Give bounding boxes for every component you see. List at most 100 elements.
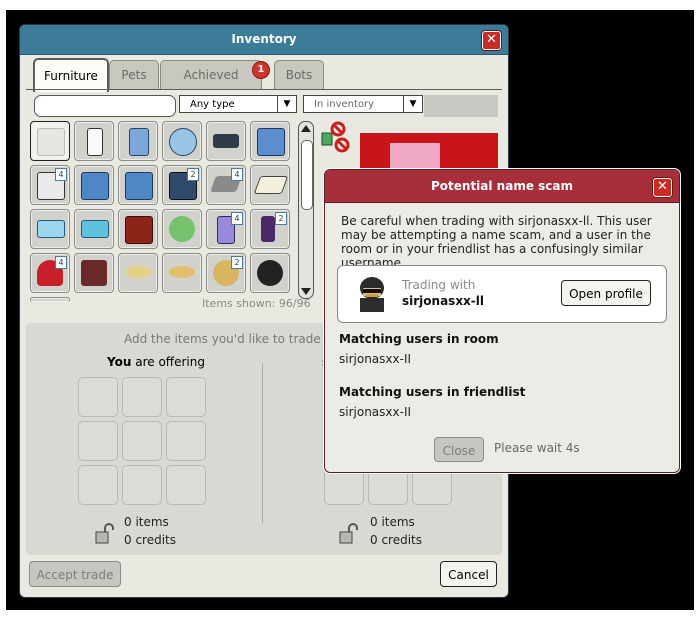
item-count: 4 bbox=[55, 256, 67, 269]
dialog-title-bar[interactable]: Potential name scam ✕ bbox=[325, 170, 679, 203]
your-credits: 0 credits bbox=[124, 533, 177, 547]
trade-hint: Add the items you'd like to trade in t bbox=[124, 332, 345, 346]
wait-countdown: Please wait 4s bbox=[494, 441, 580, 455]
furni-item[interactable] bbox=[162, 121, 202, 161]
furni-item[interactable]: 4 bbox=[30, 253, 70, 293]
tab-bots[interactable]: Bots bbox=[274, 60, 324, 89]
chair-icon bbox=[81, 172, 109, 200]
furni-item[interactable]: 4 bbox=[206, 209, 246, 249]
snowman-icon bbox=[257, 260, 283, 286]
avatar bbox=[360, 277, 384, 312]
offer-slot[interactable] bbox=[122, 377, 162, 417]
offer-slot[interactable] bbox=[166, 421, 206, 461]
tab-divider bbox=[26, 89, 502, 90]
furni-item[interactable] bbox=[30, 121, 70, 161]
shelf-icon bbox=[213, 134, 239, 148]
tab-pets[interactable]: Pets bbox=[109, 60, 159, 89]
dialog-title: Potential name scam bbox=[430, 179, 573, 193]
furni-item[interactable] bbox=[74, 121, 114, 161]
offer-slot[interactable] bbox=[122, 465, 162, 505]
location-select-value: In inventory bbox=[314, 99, 375, 110]
wall-panel-icon bbox=[37, 128, 65, 156]
grid-scrollbar[interactable] bbox=[298, 121, 314, 299]
hanger-icon bbox=[169, 266, 195, 278]
item-count: 2 bbox=[275, 212, 287, 225]
tab-furniture[interactable]: Furniture bbox=[33, 58, 109, 92]
room-match-user: sirjonasxx-II bbox=[339, 352, 412, 366]
offer-slot[interactable] bbox=[166, 377, 206, 417]
furni-item[interactable] bbox=[118, 121, 158, 161]
window-icon bbox=[129, 128, 149, 156]
furni-item[interactable]: 2 bbox=[162, 165, 202, 205]
you-offering-title: You are offering bbox=[86, 355, 226, 369]
unlocked-icon bbox=[339, 523, 358, 544]
furni-row-partial bbox=[30, 297, 70, 302]
furni-item[interactable] bbox=[250, 165, 290, 205]
furni-item[interactable] bbox=[74, 253, 114, 293]
warning-message: Be careful when trading with sirjonasxx-… bbox=[341, 214, 652, 270]
unlocked-icon bbox=[95, 523, 114, 544]
offer-slot[interactable] bbox=[122, 421, 162, 461]
items-shown-label: Items shown: 96/96 bbox=[202, 297, 311, 310]
scroll-up-icon[interactable] bbox=[301, 125, 311, 132]
furni-item[interactable] bbox=[74, 165, 114, 205]
chair-icon bbox=[257, 128, 285, 156]
offer-slot[interactable] bbox=[78, 421, 118, 461]
item-count: 4 bbox=[55, 168, 67, 181]
dialog-close-button[interactable]: ✕ bbox=[653, 178, 672, 197]
location-select[interactable]: In inventory ▼ bbox=[303, 95, 423, 113]
type-select[interactable]: Any type ▼ bbox=[179, 95, 297, 113]
furni-item[interactable]: 4 bbox=[206, 165, 246, 205]
scroll-thumb[interactable] bbox=[301, 140, 313, 210]
tab-achieved-badges[interactable]: Achieved badges bbox=[160, 60, 262, 110]
close-button[interactable]: Close bbox=[434, 437, 484, 462]
trading-partner-name: sirjonasxx-ll bbox=[402, 294, 485, 308]
present-icon bbox=[125, 216, 153, 244]
furni-item[interactable] bbox=[162, 209, 202, 249]
chevron-down-icon: ▼ bbox=[403, 96, 422, 112]
no-trade-icon bbox=[321, 121, 350, 153]
item-count: 4 bbox=[231, 168, 243, 181]
their-items-count: 0 items bbox=[370, 515, 415, 529]
search-input[interactable] bbox=[34, 95, 176, 117]
furni-item[interactable]: 2 bbox=[206, 253, 246, 293]
item-count: 2 bbox=[231, 256, 243, 269]
trading-with-box: Trading with sirjonasxx-ll Open profile bbox=[337, 265, 667, 323]
cancel-button[interactable]: Cancel bbox=[440, 561, 497, 587]
furni-item[interactable] bbox=[250, 253, 290, 293]
furni-item[interactable] bbox=[118, 209, 158, 249]
type-select-value: Any type bbox=[190, 99, 235, 110]
offer-slot[interactable] bbox=[78, 377, 118, 417]
furni-item[interactable] bbox=[118, 165, 158, 205]
open-profile-button[interactable]: Open profile bbox=[561, 280, 651, 306]
friend-matches-heading: Matching users in friendlist bbox=[339, 385, 526, 399]
item-count: 2 bbox=[187, 168, 199, 181]
badge-count: 1 bbox=[252, 61, 270, 79]
furni-item[interactable] bbox=[118, 253, 158, 293]
scroll-down-icon[interactable] bbox=[301, 288, 311, 295]
inventory-title-bar[interactable]: Inventory ✕ bbox=[20, 25, 508, 55]
furni-item[interactable] bbox=[206, 121, 246, 161]
table-icon bbox=[81, 220, 109, 238]
furni-item[interactable] bbox=[30, 209, 70, 249]
furni-item[interactable] bbox=[250, 121, 290, 161]
name-scam-dialog: Potential name scam ✕ Be careful when tr… bbox=[324, 169, 680, 473]
rug-icon bbox=[253, 176, 289, 194]
accept-trade-button[interactable]: Accept trade bbox=[29, 561, 121, 587]
furni-item[interactable] bbox=[162, 253, 202, 293]
lamp-icon bbox=[261, 216, 275, 242]
bed-icon bbox=[37, 220, 65, 238]
room-matches-heading: Matching users in room bbox=[339, 332, 499, 346]
item-count: 4 bbox=[231, 212, 243, 225]
offering-label: are offering bbox=[131, 355, 205, 369]
offer-slot[interactable] bbox=[78, 465, 118, 505]
furni-item[interactable] bbox=[74, 209, 114, 249]
trading-with-label: Trading with bbox=[402, 278, 476, 292]
furni-item[interactable]: 4 bbox=[30, 165, 70, 205]
your-items-count: 0 items bbox=[124, 515, 169, 529]
chair-icon bbox=[125, 172, 153, 200]
inventory-close-button[interactable]: ✕ bbox=[482, 31, 501, 50]
offer-slot[interactable] bbox=[166, 465, 206, 505]
furni-item[interactable]: 2 bbox=[250, 209, 290, 249]
door-icon bbox=[87, 128, 103, 156]
